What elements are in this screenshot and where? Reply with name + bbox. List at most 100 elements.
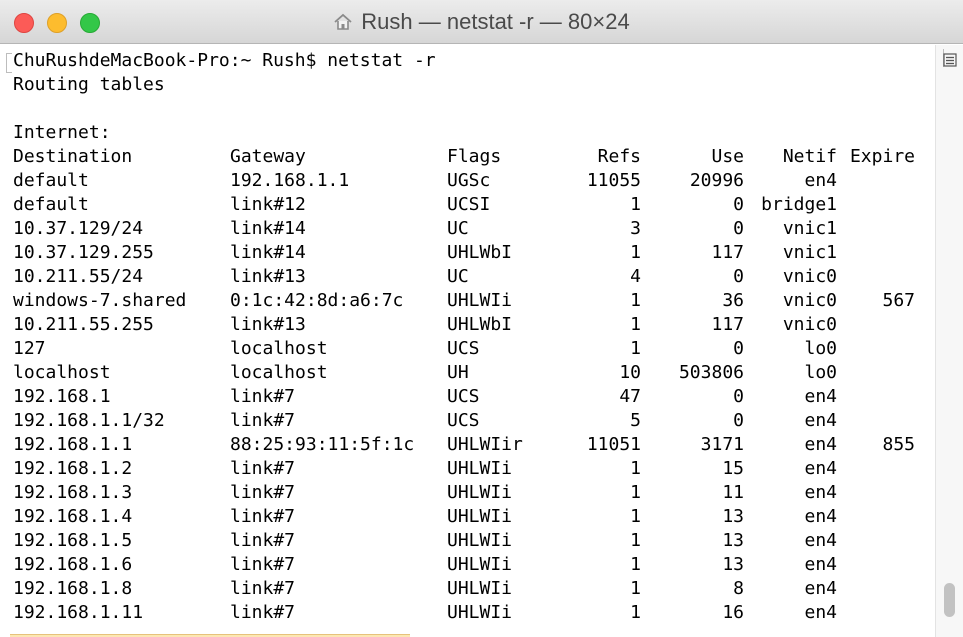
flags-cell: UHLWbI (447, 314, 513, 335)
routing-row: 192.168.1.2 link#7 UHLWIi 1 15 en4 (0, 457, 935, 481)
destination-cell: 192.168.1 (13, 386, 111, 407)
destination-cell: 192.168.1.2 (13, 458, 133, 479)
routing-header-row: Destination Gateway Flags Refs Use Netif… (0, 145, 935, 169)
destination-cell: 10.37.129/24 (13, 218, 144, 239)
gateway-cell: link#7 (230, 506, 296, 527)
header-destination: Destination (13, 146, 133, 167)
window-title: Rush — netstat -r — 80×24 (361, 9, 630, 34)
hamburger-icon[interactable] (943, 53, 957, 67)
flags-cell: UHLWIi (447, 290, 513, 311)
header-refs: Refs (597, 146, 641, 167)
refs-cell: 10 (619, 362, 641, 383)
gateway-cell: link#7 (230, 482, 296, 503)
destination-cell: 192.168.1.1/32 (13, 410, 165, 431)
refs-cell: 1 (630, 194, 641, 215)
flags-cell: UHLWIi (447, 506, 513, 527)
internet-section-label: Internet: (13, 122, 111, 143)
flags-cell: UHLWIi (447, 578, 513, 599)
destination-cell: 10.211.55.255 (13, 314, 154, 335)
use-cell: 0 (733, 410, 744, 431)
gateway-cell: link#14 (230, 242, 306, 263)
netif-cell: en4 (804, 410, 837, 431)
header-expire: Expire (849, 146, 915, 167)
scrollbar-thumb[interactable] (944, 583, 955, 617)
netif-cell: bridge1 (761, 194, 837, 215)
use-cell: 20996 (689, 170, 744, 191)
flags-cell: UHLWIi (447, 554, 513, 575)
destination-cell: 192.168.1.1 (13, 434, 133, 455)
gateway-cell: 88:25:93:11:5f:1c (230, 434, 415, 455)
netif-cell: lo0 (804, 338, 837, 359)
netif-cell: vnic0 (782, 266, 837, 287)
flags-cell: UHLWIi (447, 482, 513, 503)
title-bar[interactable]: Rush — netstat -r — 80×24 (0, 0, 963, 44)
netif-cell: en4 (804, 170, 837, 191)
expire-cell: 567 (882, 290, 915, 311)
netif-cell: en4 (804, 458, 837, 479)
refs-cell: 1 (630, 506, 641, 527)
flags-cell: UC (447, 266, 469, 287)
netif-cell: vnic1 (782, 242, 837, 263)
terminal-content[interactable]: ChuRushdeMacBook-Pro:~ Rush$ netstat -r … (0, 45, 935, 637)
gateway-cell: link#7 (230, 602, 296, 623)
use-cell: 0 (733, 218, 744, 239)
routing-row: default 192.168.1.1 UGSc 11055 20996 en4 (0, 169, 935, 193)
routing-row: 192.168.1.11 link#7 UHLWIi 1 16 en4 (0, 601, 935, 625)
use-cell: 117 (711, 314, 744, 335)
vertical-scrollbar[interactable] (935, 45, 963, 637)
destination-cell: 10.211.55/24 (13, 266, 144, 287)
flags-cell: UC (447, 218, 469, 239)
refs-cell: 11055 (586, 170, 641, 191)
flags-cell: UCS (447, 386, 480, 407)
netif-cell: en4 (804, 482, 837, 503)
netif-cell: en4 (804, 530, 837, 551)
expire-cell: 855 (882, 434, 915, 455)
netif-cell: en4 (804, 506, 837, 527)
routing-row: 10.211.55.255 link#13 UHLWbI 1 117 vnic0 (0, 313, 935, 337)
gateway-cell: link#7 (230, 530, 296, 551)
destination-cell: localhost (13, 362, 111, 383)
flags-cell: UHLWbI (447, 242, 513, 263)
use-cell: 15 (722, 458, 744, 479)
routing-row: localhost localhost UH 10 503806 lo0 (0, 361, 935, 385)
routing-row: 192.168.1.5 link#7 UHLWIi 1 13 en4 (0, 529, 935, 553)
routing-row: 192.168.1.3 link#7 UHLWIi 1 11 en4 (0, 481, 935, 505)
destination-cell: windows-7.shared (13, 290, 187, 311)
use-cell: 8 (733, 578, 744, 599)
gateway-cell: link#7 (230, 578, 296, 599)
netif-cell: en4 (804, 386, 837, 407)
gateway-cell: 0:1c:42:8d:a6:7c (230, 290, 404, 311)
gateway-cell: link#13 (230, 266, 306, 287)
gateway-cell: link#7 (230, 386, 296, 407)
netif-cell: en4 (804, 578, 837, 599)
use-cell: 3171 (700, 434, 744, 455)
use-cell: 0 (733, 338, 744, 359)
flags-cell: UCSI (447, 194, 491, 215)
gateway-cell: link#12 (230, 194, 306, 215)
netif-cell: en4 (804, 554, 837, 575)
refs-cell: 3 (630, 218, 641, 239)
routing-row: 192.168.1.6 link#7 UHLWIi 1 13 en4 (0, 553, 935, 577)
routing-tables-line: Routing tables (13, 74, 165, 95)
prompt-line: ChuRushdeMacBook-Pro:~ Rush$ netstat -r (13, 50, 436, 71)
routing-row: default link#12 UCSI 1 0 bridge1 (0, 193, 935, 217)
routing-row: 192.168.1.1 88:25:93:11:5f:1c UHLWIir 11… (0, 433, 935, 457)
use-cell: 16 (722, 602, 744, 623)
use-cell: 36 (722, 290, 744, 311)
refs-cell: 1 (630, 314, 641, 335)
home-icon (334, 13, 352, 30)
refs-cell: 1 (630, 530, 641, 551)
use-cell: 13 (722, 554, 744, 575)
use-cell: 0 (733, 266, 744, 287)
refs-cell: 1 (630, 554, 641, 575)
use-cell: 13 (722, 530, 744, 551)
refs-cell: 1 (630, 482, 641, 503)
gateway-cell: link#13 (230, 314, 306, 335)
gateway-cell: link#14 (230, 218, 306, 239)
flags-cell: UHLWIir (447, 434, 523, 455)
refs-cell: 1 (630, 242, 641, 263)
routing-row: windows-7.shared 0:1c:42:8d:a6:7c UHLWIi… (0, 289, 935, 313)
flags-cell: UHLWIi (447, 530, 513, 551)
flags-cell: UCS (447, 338, 480, 359)
use-cell: 117 (711, 242, 744, 263)
